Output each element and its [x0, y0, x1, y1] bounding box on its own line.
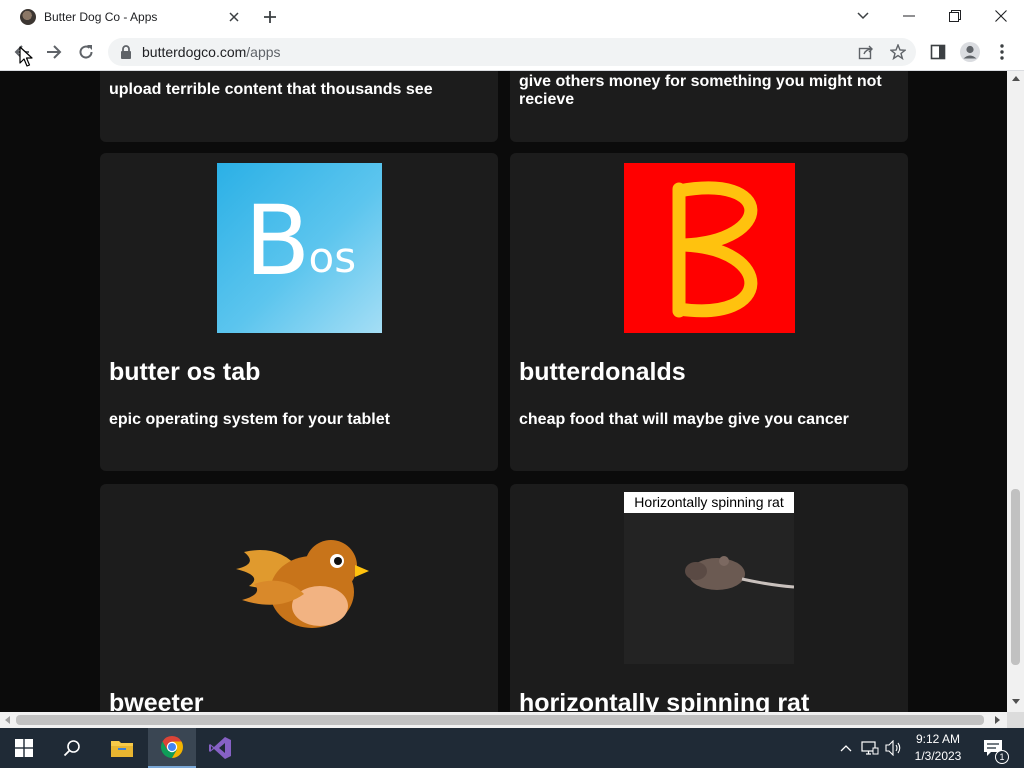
network-icon[interactable] [860, 738, 880, 758]
image-caption: Horizontally spinning rat [624, 492, 794, 513]
app-description: cheap food that will maybe give you canc… [519, 411, 849, 428]
app-description: epic operating system for your tablet [109, 411, 390, 428]
visual-studio-icon [209, 737, 231, 759]
address-bar[interactable]: butterdogco.com/apps [108, 38, 916, 66]
butter-os-logo[interactable]: B os [216, 163, 382, 333]
clock-time: 9:12 AM [915, 732, 961, 746]
folder-icon [111, 741, 133, 757]
volume-icon[interactable] [884, 738, 904, 758]
scroll-left-arrow-icon[interactable] [5, 716, 10, 724]
app-card-horizontally-spinning-rat[interactable]: Horizontally spinning rat horizontally s… [510, 484, 908, 712]
browser-tab[interactable]: Butter Dog Co - Apps [8, 0, 248, 34]
windows-taskbar: 9:12 AM 1/3/2023 1 [0, 728, 1024, 768]
visual-studio-button[interactable] [196, 728, 244, 768]
scroll-up-arrow-icon[interactable] [1012, 76, 1020, 81]
search-button[interactable] [48, 728, 96, 768]
search-icon [63, 740, 80, 757]
app-description: give others money for something you migh… [519, 73, 882, 108]
notification-count-badge: 1 [995, 750, 1009, 764]
url-path: /apps [246, 44, 281, 60]
close-tab-icon[interactable] [224, 7, 244, 27]
clock-date: 1/3/2023 [914, 749, 962, 763]
mouse-pointer-icon [19, 46, 33, 67]
horizontal-scrollbar[interactable] [0, 712, 1007, 728]
app-card-partial-right[interactable]: give others money for something you migh… [510, 71, 908, 142]
url-text: butterdogco.com/apps [142, 44, 281, 60]
minimize-button[interactable] [886, 0, 932, 32]
vertical-scroll-thumb[interactable] [1011, 489, 1020, 665]
app-title[interactable]: bweeter [109, 689, 203, 712]
bookmark-star-icon[interactable] [888, 42, 908, 62]
logo-os-text: os [308, 233, 357, 282]
share-icon[interactable] [856, 42, 876, 62]
forward-button[interactable] [40, 38, 68, 66]
file-explorer-button[interactable] [98, 728, 146, 768]
reload-button[interactable] [72, 38, 100, 66]
show-hidden-icons-chevron-icon[interactable] [836, 738, 856, 758]
app-card-butter-os-tab[interactable]: B os butter os tab epic operating system… [100, 153, 498, 471]
new-tab-button[interactable] [258, 6, 282, 28]
butterdonalds-logo[interactable] [623, 163, 795, 333]
side-panel-icon[interactable] [924, 38, 952, 66]
app-title[interactable]: horizontally spinning rat [519, 689, 809, 712]
profile-avatar-icon[interactable] [956, 38, 984, 66]
scroll-right-arrow-icon[interactable] [995, 716, 1000, 724]
start-button[interactable] [0, 728, 48, 768]
restore-button[interactable] [932, 0, 978, 32]
favicon-icon [20, 9, 36, 25]
app-card-butterdonalds[interactable]: butterdonalds cheap food that will maybe… [510, 153, 908, 471]
vertical-scrollbar[interactable] [1007, 71, 1024, 712]
horizontal-scroll-thumb[interactable] [16, 715, 984, 725]
chrome-taskbar-button[interactable] [148, 728, 196, 768]
menu-kebab-icon[interactable] [988, 38, 1016, 66]
scroll-down-arrow-icon[interactable] [1012, 699, 1020, 704]
app-card-bweeter[interactable]: bweeter [100, 484, 498, 712]
app-card-partial-left[interactable]: upload terrible content that thousands s… [100, 71, 498, 142]
tab-title: Butter Dog Co - Apps [44, 10, 158, 24]
logo-letter: B [244, 185, 311, 297]
scrollbar-corner [1007, 712, 1024, 728]
windows-logo-icon [15, 739, 33, 757]
url-domain: butterdogco.com [142, 44, 247, 60]
bweeter-bird-logo[interactable] [224, 514, 374, 639]
tab-strip: Butter Dog Co - Apps [0, 0, 1024, 34]
tab-search-chevron-icon[interactable] [840, 0, 886, 32]
spinning-rat-image[interactable]: Horizontally spinning rat [624, 492, 794, 664]
app-title[interactable]: butterdonalds [519, 358, 686, 387]
app-description: upload terrible content that thousands s… [109, 81, 433, 98]
lock-icon[interactable] [120, 45, 132, 64]
chrome-icon [161, 736, 183, 758]
taskbar-clock[interactable]: 9:12 AM 1/3/2023 [906, 731, 970, 765]
app-title[interactable]: butter os tab [109, 358, 260, 387]
browser-toolbar: butterdogco.com/apps [0, 34, 1024, 71]
page-viewport: upload terrible content that thousands s… [0, 71, 1007, 712]
close-window-button[interactable] [978, 0, 1024, 32]
